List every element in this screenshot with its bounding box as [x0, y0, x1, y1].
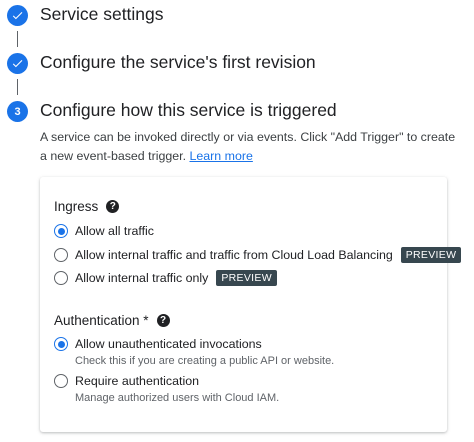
trigger-settings-card: Ingress ? Allow all traffic Allow intern…: [40, 177, 462, 432]
step-connector: [17, 31, 18, 47]
ingress-label: Ingress: [54, 199, 99, 214]
radio-button[interactable]: [54, 271, 68, 285]
authentication-label: Authentication *: [54, 313, 149, 328]
step-connector: [17, 79, 18, 95]
ingress-option-all-traffic[interactable]: Allow all traffic: [54, 224, 154, 238]
step-1-check-icon: [7, 5, 28, 26]
auth-option-label: Require authentication: [75, 374, 199, 388]
auth-option-label: Allow unauthenticated invocations: [75, 337, 262, 351]
step-3-number-label: 3: [14, 105, 21, 118]
step-3-title: Configure how this service is triggered: [40, 100, 337, 120]
ingress-section-title: Ingress ?: [54, 199, 120, 214]
auth-option-hint: Manage authorized users with Cloud IAM.: [75, 392, 280, 404]
radio-button[interactable]: [54, 248, 68, 262]
step-2-title[interactable]: Configure the service's first revision: [40, 52, 316, 73]
step-1-title[interactable]: Service settings: [40, 4, 164, 25]
preview-badge: PREVIEW: [400, 247, 462, 263]
auth-option-allow-unauthenticated[interactable]: Allow unauthenticated invocations: [54, 337, 262, 351]
auth-option-hint: Check this if you are creating a public …: [75, 355, 335, 367]
ingress-option-label: Allow all traffic: [75, 224, 154, 238]
ingress-option-label: Allow internal traffic and traffic from …: [75, 248, 393, 262]
learn-more-link[interactable]: Learn more: [189, 149, 252, 163]
help-circle-icon[interactable]: ?: [106, 200, 120, 213]
preview-badge: PREVIEW: [216, 270, 277, 286]
ingress-option-internal-and-lb[interactable]: Allow internal traffic and traffic from …: [54, 247, 462, 263]
radio-button-checked[interactable]: [54, 337, 68, 351]
step-2-check-icon: [7, 53, 28, 74]
auth-option-require-authentication[interactable]: Require authentication: [54, 374, 199, 388]
ingress-option-label: Allow internal traffic only: [75, 271, 209, 285]
help-circle-icon[interactable]: ?: [156, 314, 170, 327]
ingress-option-internal-only[interactable]: Allow internal traffic only PREVIEW: [54, 270, 277, 286]
radio-button-checked[interactable]: [54, 224, 68, 238]
step-description: A service can be invoked directly or via…: [40, 128, 465, 166]
radio-button[interactable]: [54, 374, 68, 388]
authentication-section-title: Authentication * ?: [54, 313, 170, 328]
step-3-number: 3: [7, 101, 28, 122]
